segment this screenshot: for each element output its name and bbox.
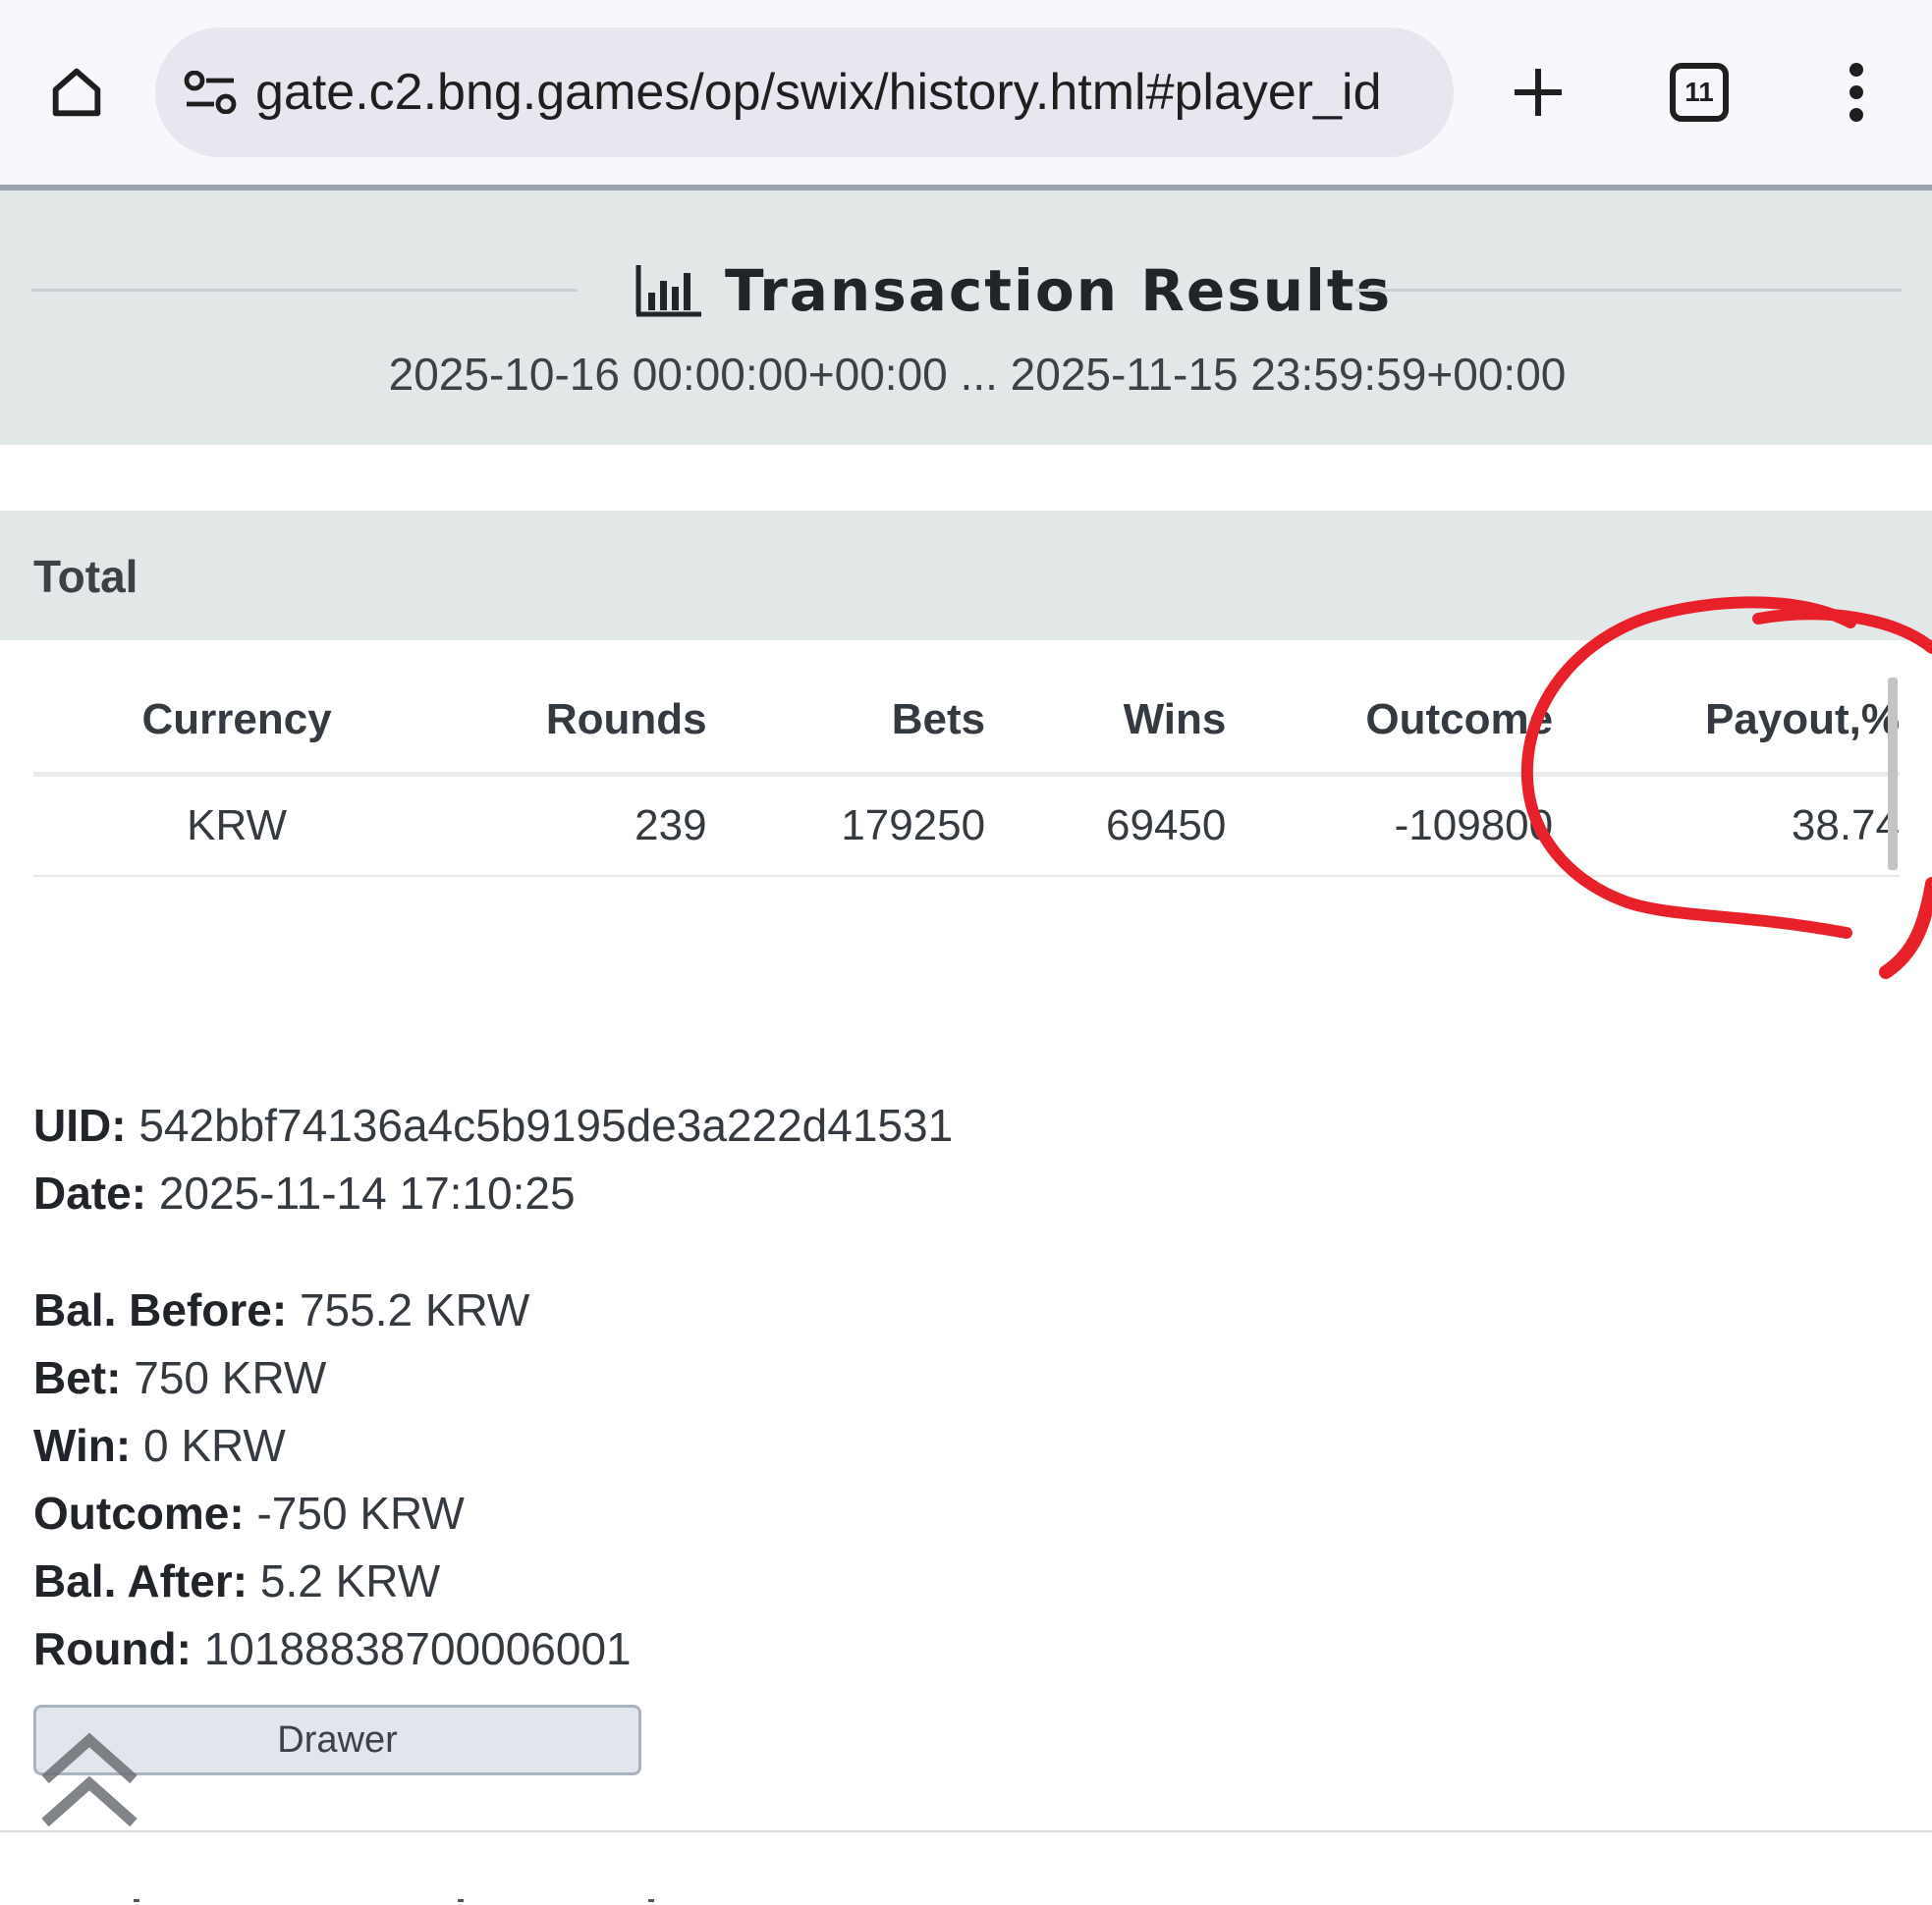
column-header-wins: Wins	[985, 668, 1227, 777]
total-heading: Total	[33, 551, 138, 602]
bet-label: Bet:	[33, 1352, 122, 1403]
table-scrollbar[interactable]	[1888, 678, 1898, 870]
uid-label: UID:	[33, 1100, 127, 1151]
plus-icon[interactable]	[1509, 63, 1568, 122]
bal-before-value: 755.2 KRW	[299, 1284, 530, 1335]
column-header-payout: Payout,%	[1553, 668, 1900, 777]
column-header-rounds: Rounds	[440, 668, 707, 777]
scroll-to-top-icon[interactable]	[37, 1728, 141, 1832]
bal-before-label: Bal. Before:	[33, 1284, 288, 1335]
win-value: 0 KRW	[143, 1420, 286, 1471]
outcome-value: -750 KRW	[256, 1488, 465, 1539]
divider	[31, 289, 578, 292]
bet-line: Bet: 750 KRW	[33, 1344, 953, 1412]
more-vert-icon[interactable]	[1833, 63, 1880, 122]
totals-table: Currency Rounds Bets Wins Outcome Payout…	[33, 668, 1900, 877]
tune-icon[interactable]	[181, 63, 240, 122]
round-label: Round:	[33, 1623, 192, 1674]
outcome-line: Outcome: -750 KRW	[33, 1480, 953, 1548]
column-header-bets: Bets	[706, 668, 986, 777]
title-group: Transaction Results	[635, 251, 1392, 330]
uid-value: 542bbf74136a4c5b9195de3a222d41531	[138, 1100, 954, 1151]
round-value: 10188838700006001	[203, 1623, 632, 1674]
cell-rounds: 239	[440, 774, 707, 877]
win-line: Win: 0 KRW	[33, 1412, 953, 1480]
bal-after-value: 5.2 KRW	[259, 1555, 441, 1606]
cell-outcome: -109800	[1226, 774, 1554, 877]
browser-toolbar: gate.c2.bng.games/op/swix/history.html#p…	[0, 0, 1932, 185]
page-header: Transaction Results 2025-10-16 00:00:00+…	[0, 185, 1932, 445]
tab-switcher-icon[interactable]: 11	[1670, 63, 1729, 122]
cell-payout: 38.74	[1553, 774, 1900, 877]
bal-after-label: Bal. After:	[33, 1555, 248, 1606]
outcome-label: Outcome:	[33, 1488, 245, 1539]
table-row: KRW 239 179250 69450 -109800 38.74	[33, 774, 1900, 877]
cell-wins: 69450	[985, 774, 1227, 877]
bet-value: 750 KRW	[134, 1352, 327, 1403]
column-header-currency: Currency	[33, 668, 441, 777]
win-label: Win:	[33, 1420, 132, 1471]
bar-chart-icon	[635, 265, 701, 317]
column-header-outcome: Outcome	[1226, 668, 1554, 777]
date-line: Date: 2025-11-14 17:10:25	[33, 1160, 953, 1227]
bal-after-line: Bal. After: 5.2 KRW	[33, 1548, 953, 1615]
divider	[1355, 289, 1902, 292]
date-value: 2025-11-14 17:10:25	[158, 1168, 576, 1219]
date-range: 2025-10-16 00:00:00+00:00 ... 2025-11-15…	[388, 349, 1567, 400]
date-label: Date:	[33, 1168, 147, 1219]
tab-count: 11	[1684, 77, 1714, 107]
uid-line: UID: 542bbf74136a4c5b9195de3a222d41531	[33, 1092, 953, 1160]
divider	[0, 1830, 1932, 1832]
round-line: Round: 10188838700006001	[33, 1615, 953, 1683]
cell-currency: KRW	[33, 774, 441, 877]
cell-bets: 179250	[706, 774, 986, 877]
bal-before-line: Bal. Before: 755.2 KRW	[33, 1277, 953, 1344]
table-header-row: Currency Rounds Bets Wins Outcome Payout…	[33, 668, 1900, 777]
url-text[interactable]: gate.c2.bng.games/op/swix/history.html#p…	[255, 63, 1424, 122]
page-title: Transaction Results	[725, 257, 1393, 324]
transaction-details: UID: 542bbf74136a4c5b9195de3a222d41531 D…	[33, 1092, 953, 1683]
total-section-header: Total	[0, 511, 1932, 640]
home-icon[interactable]	[39, 55, 114, 130]
address-bar[interactable]: gate.c2.bng.games/op/swix/history.html#p…	[155, 27, 1454, 157]
